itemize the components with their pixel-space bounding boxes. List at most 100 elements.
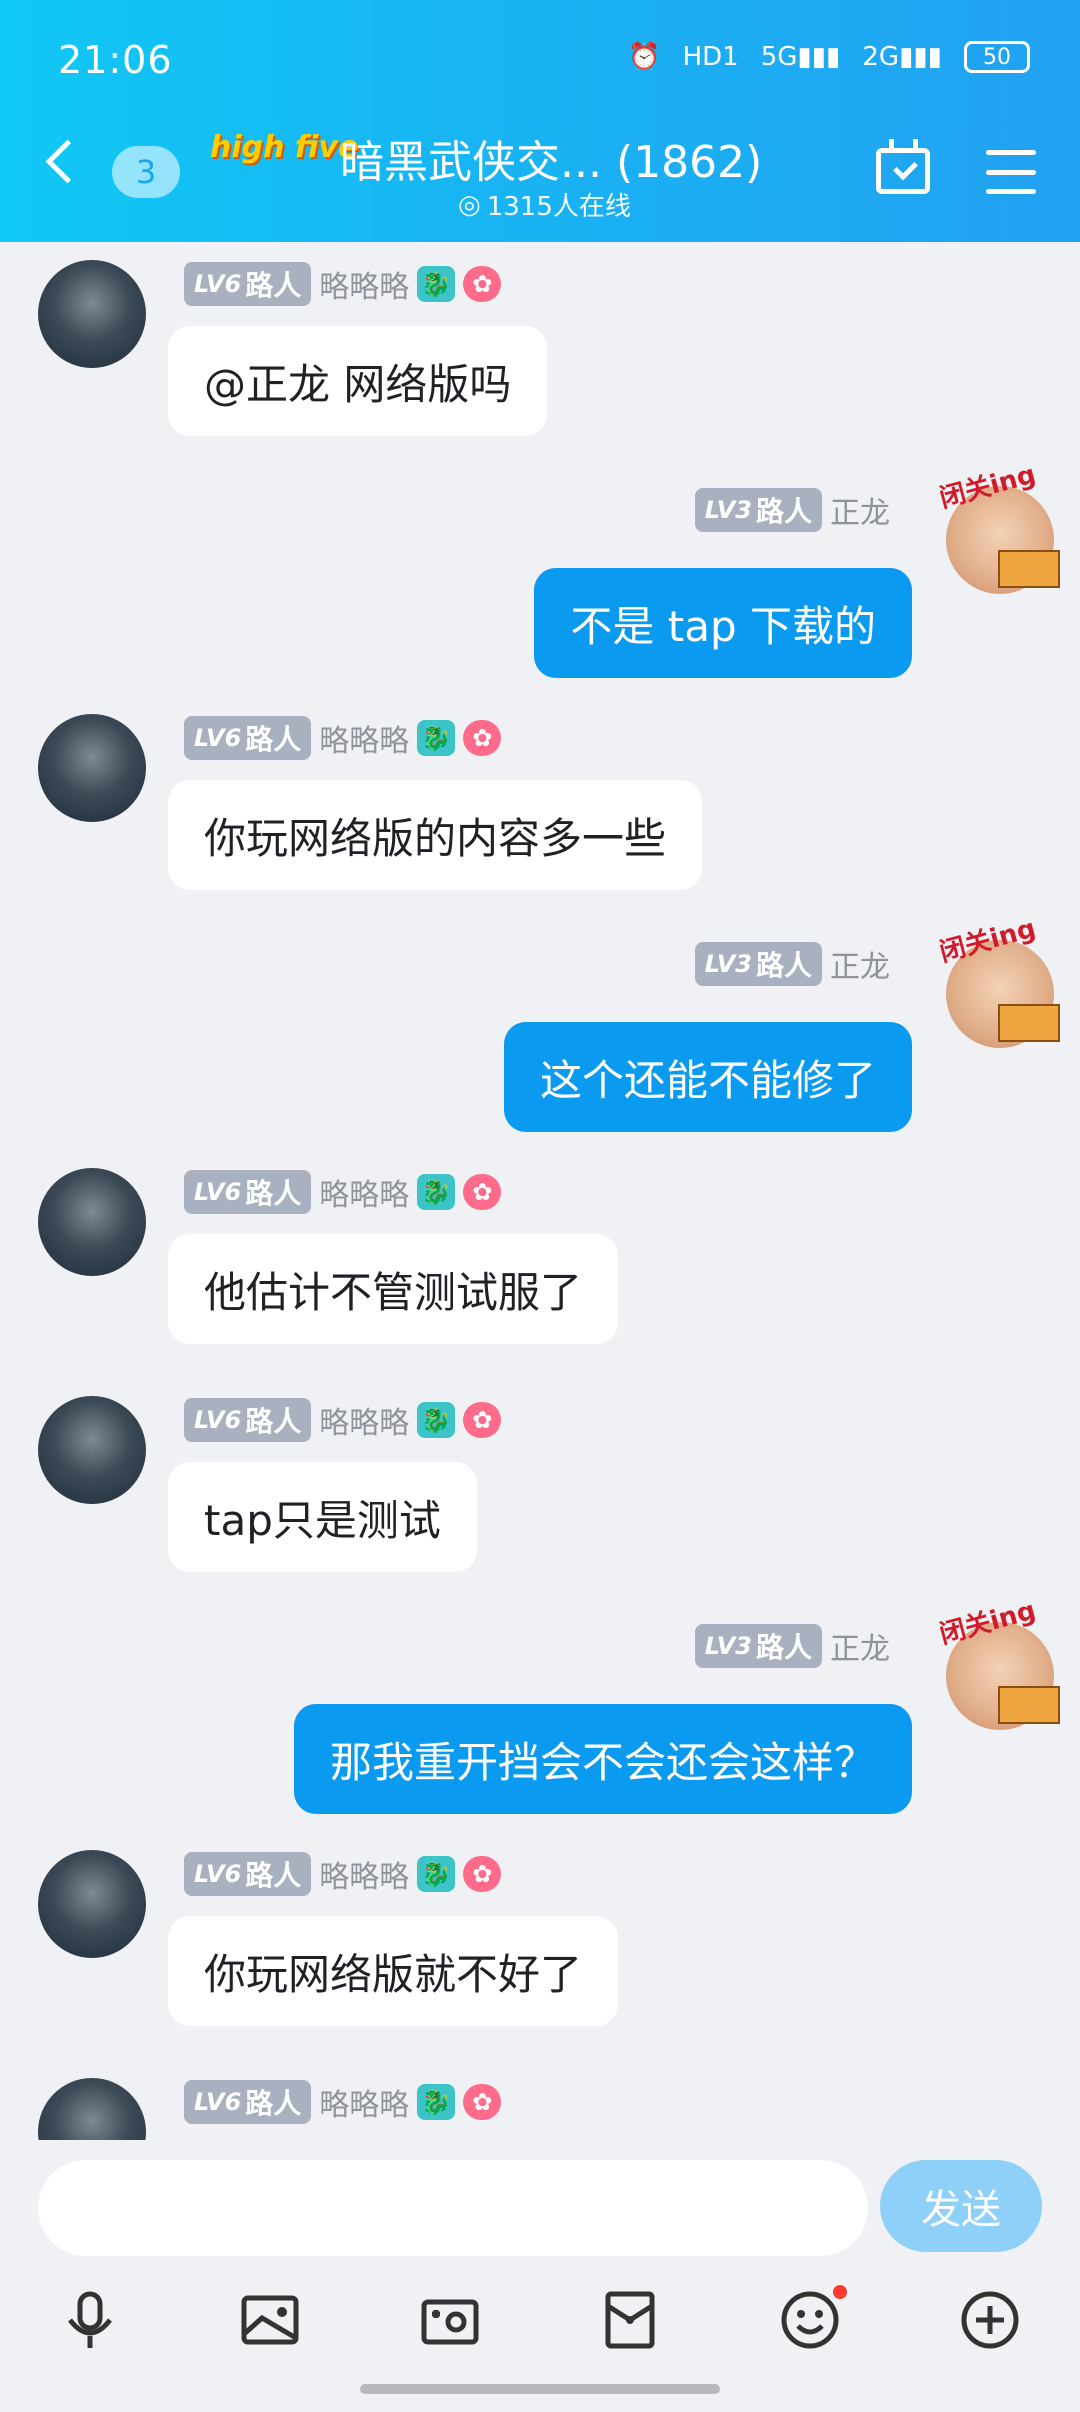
level-role: 路人 [245, 269, 302, 302]
flower-badge-icon: ✿ [463, 1174, 502, 1210]
sender-nickname[interactable]: 略略略 [319, 1852, 409, 1896]
group-name: 暗黑武侠交... [340, 137, 602, 188]
sender-nickname[interactable]: 略略略 [319, 1398, 409, 1442]
sender-meta: LV3 路人 正龙 [694, 1624, 890, 1668]
sender-meta: LV6 路人 略略略 🐉 ✿ [184, 1398, 502, 1442]
avatar[interactable]: 闭关ing [936, 460, 1060, 594]
message-bubble[interactable]: tap只是测试 [168, 1462, 477, 1572]
avatar-box-icon [998, 1686, 1060, 1724]
signal-2g-icon: 2G ▮▮▮ [862, 42, 942, 72]
avatar[interactable] [38, 2078, 146, 2140]
message-bubble[interactable]: 不是 tap 下载的 [534, 568, 912, 678]
alarm-icon: ⏰ [628, 42, 661, 72]
level-badge: LV6 路人 [184, 2080, 312, 2124]
avatar[interactable] [38, 1850, 146, 1958]
status-icons: ⏰ HD1 5G ▮▮▮ 2G ▮▮▮ 50 [628, 40, 1030, 74]
level-badge: LV6 路人 [184, 1852, 312, 1896]
dragon-badge-icon: 🐉 [417, 1174, 456, 1210]
level-badge: LV6 路人 [184, 716, 312, 760]
level-role: 路人 [245, 2087, 302, 2120]
send-button[interactable]: 发送 [880, 2160, 1042, 2252]
avatar[interactable] [38, 714, 146, 822]
sender-meta: LV6 路人 略略略 🐉 ✿ [184, 716, 502, 760]
sender-nickname[interactable]: 略略略 [319, 262, 409, 306]
message-bubble[interactable]: 他估计不管测试服了 [168, 1234, 619, 1344]
sender-nickname[interactable]: 正龙 [830, 1624, 890, 1668]
sender-nickname[interactable]: 略略略 [319, 2080, 409, 2124]
composer: 发送 [0, 2140, 1080, 2412]
flower-badge-icon: ✿ [463, 266, 502, 302]
sender-meta: LV3 路人 正龙 [694, 488, 890, 532]
level-text: LV3 [704, 950, 752, 978]
level-text: LV6 [194, 1178, 242, 1206]
calendar-check-icon[interactable] [876, 139, 930, 194]
sender-nickname[interactable]: 略略略 [319, 716, 409, 760]
notification-dot [833, 2285, 847, 2299]
sender-nickname[interactable]: 正龙 [830, 942, 890, 986]
dragon-badge-icon: 🐉 [417, 266, 456, 302]
emoji-icon[interactable] [775, 2285, 847, 2355]
level-badge: LV6 路人 [184, 262, 312, 306]
status-time: 21:06 [58, 38, 173, 82]
online-check-icon: ◎ [458, 189, 481, 220]
red-packet-icon[interactable] [595, 2285, 665, 2355]
level-role: 路人 [245, 1177, 302, 1210]
level-role: 路人 [755, 1631, 812, 1664]
level-text: LV6 [194, 270, 242, 298]
composer-toolbar [0, 2270, 1080, 2370]
message-bubble[interactable]: 那我重开挡会不会还会这样？ [293, 1704, 912, 1814]
menu-icon[interactable] [986, 150, 1036, 194]
level-role: 路人 [755, 495, 812, 528]
dragon-badge-icon: 🐉 [417, 2084, 456, 2120]
dragon-badge-icon: 🐉 [417, 1402, 456, 1438]
avatar[interactable]: 闭关ing [936, 914, 1060, 1048]
avatar-sticker-tag: 闭关ing [936, 459, 1039, 515]
message-bubble[interactable]: 你玩网络版就不好了 [168, 1916, 619, 2026]
message-bubble[interactable]: @正龙 网络版吗 [168, 326, 548, 436]
chat-messages[interactable]: LV6 路人 略略略 🐉 ✿ @正龙 网络版吗 闭关ing LV3 路人 正龙 不是 tap 下载的… [0, 242, 1080, 2140]
chat-header: 21:06 ⏰ HD1 5G ▮▮▮ 2G ▮▮▮ 50 3 high five 暗… [0, 0, 1080, 242]
avatar-box-icon [998, 1004, 1060, 1042]
level-badge: LV6 路人 [184, 1170, 312, 1214]
online-count: 1315人在线 [486, 192, 631, 222]
member-count: (1862) [615, 137, 763, 188]
battery-level: 50 [983, 44, 1011, 70]
message-bubble[interactable]: 这个还能不能修了 [503, 1022, 912, 1132]
message-bubble[interactable]: 你玩网络版的内容多一些 [168, 780, 703, 890]
avatar-box-icon [998, 550, 1060, 588]
home-indicator[interactable] [360, 2384, 720, 2394]
group-title[interactable]: 暗黑武侠交... (1862) [340, 126, 762, 190]
plus-icon[interactable] [955, 2285, 1025, 2355]
hd-icon: HD1 [682, 42, 739, 72]
avatar[interactable]: 闭关ing [936, 1596, 1060, 1730]
battery-icon: 50 [964, 41, 1030, 73]
level-role: 路人 [245, 1859, 302, 1892]
dragon-badge-icon: 🐉 [417, 720, 456, 756]
sender-nickname[interactable]: 正龙 [830, 488, 890, 532]
sender-meta: LV6 路人 略略略 🐉 ✿ [184, 262, 502, 306]
avatar[interactable] [38, 260, 146, 368]
sender-meta: LV3 路人 正龙 [694, 942, 890, 986]
sender-meta: LV6 路人 略略略 🐉 ✿ [184, 2080, 502, 2124]
image-icon[interactable] [235, 2285, 305, 2355]
message-input[interactable] [38, 2160, 868, 2256]
sender-meta: LV6 路人 略略略 🐉 ✿ [184, 1170, 502, 1214]
avatar[interactable] [38, 1396, 146, 1504]
avatar[interactable] [38, 1168, 146, 1276]
back-icon[interactable] [45, 139, 90, 184]
online-status: ◎ 1315人在线 [458, 186, 631, 223]
camera-icon[interactable] [415, 2285, 485, 2355]
sender-nickname[interactable]: 略略略 [319, 1170, 409, 1214]
microphone-icon[interactable] [55, 2285, 125, 2355]
level-role: 路人 [245, 1405, 302, 1438]
signal-5g-icon: 5G ▮▮▮ [760, 42, 841, 72]
level-text: LV6 [194, 1406, 242, 1434]
unread-count-badge[interactable]: 3 [112, 146, 180, 198]
level-role: 路人 [245, 723, 302, 756]
level-text: LV3 [704, 496, 752, 524]
flower-badge-icon: ✿ [463, 2084, 502, 2120]
group-logo: high five [210, 130, 359, 165]
avatar-sticker-tag: 闭关ing [936, 1595, 1039, 1651]
level-badge: LV3 路人 [694, 488, 822, 532]
level-text: LV3 [704, 1632, 752, 1660]
